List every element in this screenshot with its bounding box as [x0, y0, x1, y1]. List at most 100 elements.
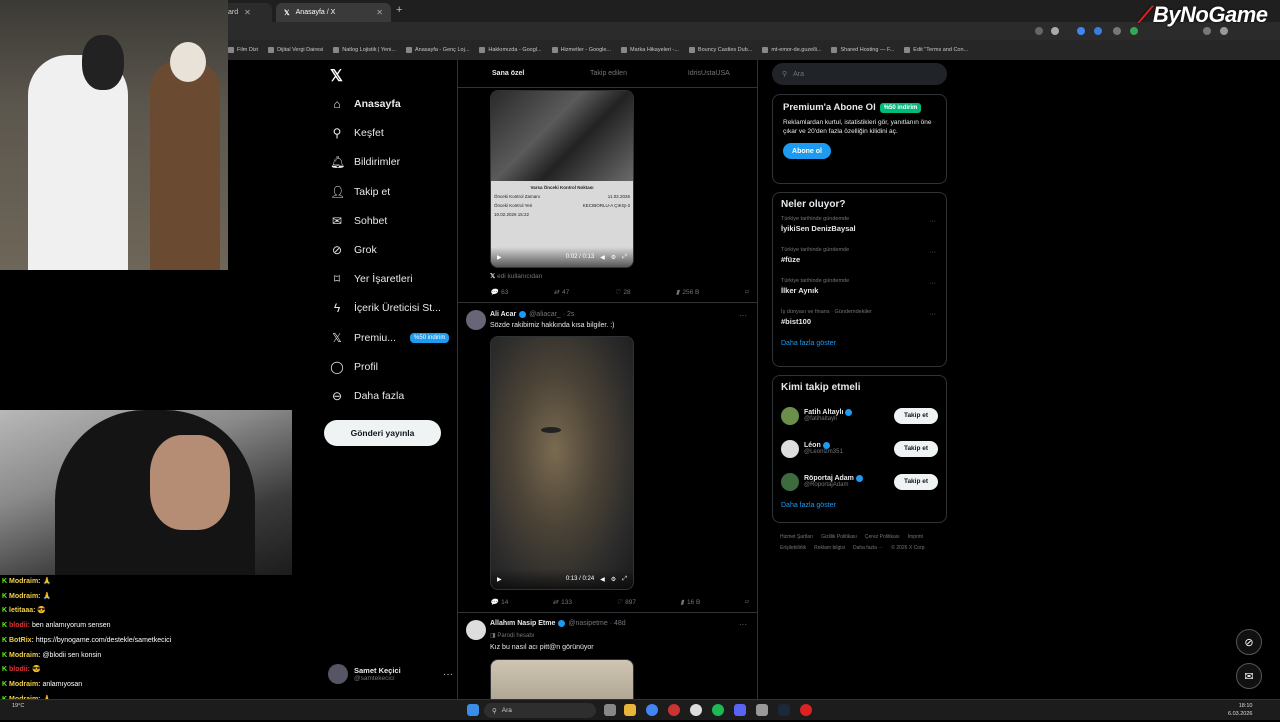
extension-icon[interactable] [1203, 27, 1211, 35]
volume-icon[interactable]: ◀ [600, 254, 605, 261]
more-dots-icon[interactable]: ··· [929, 311, 936, 318]
views-button[interactable]: ▮ 256 B [676, 288, 700, 297]
taskbar-search[interactable]: ⚲ Ara [484, 703, 596, 718]
footer-link[interactable]: Gizlilik Politikası [821, 532, 857, 543]
author-name[interactable]: Allahım Nasip Etme [490, 620, 555, 627]
more-dots-icon[interactable]: ··· [929, 218, 936, 225]
discord-icon[interactable] [734, 704, 746, 716]
tab-for-you[interactable]: Sana özel [458, 60, 558, 87]
weather-widget[interactable]: 19°C [12, 703, 24, 710]
follow-button[interactable]: Takip et [894, 473, 938, 490]
search-bar[interactable]: ⚲ Ara [772, 63, 947, 85]
follow-button[interactable]: Takip et [894, 440, 938, 457]
post-video[interactable]: Varsa Önceki Kontrol Noktası Önceki Kont… [490, 90, 634, 268]
bookmark-item[interactable]: Anasayfa - Genç Loj... [405, 47, 469, 53]
nav-item-bookmark[interactable]: ⌑ Yer İşaretleri [330, 267, 413, 291]
views-button[interactable]: ▮ 16 B [680, 598, 700, 607]
footer-link[interactable]: Çerez Politikası [865, 532, 900, 543]
app-icon[interactable] [800, 704, 812, 716]
bookmark-item[interactable]: Dijital Vergi Dairesi [268, 47, 323, 53]
footer-link[interactable]: Daha fazla ··· [853, 543, 883, 554]
extension-icon[interactable] [1130, 27, 1138, 35]
author-handle[interactable]: @nasipetme · 48d [568, 620, 625, 627]
messages-button[interactable]: ✉ [1236, 663, 1262, 689]
close-tab-icon[interactable]: ✕ [376, 8, 383, 17]
task-view-icon[interactable] [604, 704, 616, 716]
post-button[interactable]: Gönderi yayınla [324, 420, 441, 446]
bookmark-item[interactable]: Hakkımızda - Googl... [479, 47, 542, 53]
fullscreen-icon[interactable]: ⤢ [622, 576, 627, 583]
avatar[interactable] [466, 310, 486, 330]
bookmark-item[interactable]: Bouncy Castles Dub... [688, 47, 752, 53]
more-dots-icon[interactable]: ··· [739, 311, 747, 320]
clock[interactable]: 18:10 6.03.2026 [1228, 702, 1252, 718]
avatar[interactable] [466, 620, 486, 640]
more-dots-icon[interactable]: ··· [739, 620, 747, 629]
menu-icon[interactable] [1220, 27, 1228, 35]
nav-item-more-circle[interactable]: ⊖ Daha fazla [330, 384, 404, 408]
nav-item-person-plus[interactable]: 👤︎ Takip et [330, 180, 390, 204]
tab-list[interactable]: IdrisUstaUSA [659, 60, 757, 87]
tab-following[interactable]: Takip edilen [558, 60, 658, 87]
follow-suggestion[interactable]: Léon @Leonlzm351 Takip et [781, 432, 938, 465]
bookmark-item[interactable]: Edit "Terms and Con... [904, 47, 968, 53]
bookmark-button[interactable]: ⌑ [745, 598, 748, 606]
trend-item[interactable]: Türkiye tarihinde gündemde İyikiSen Deniz… [781, 216, 938, 247]
extension-icon[interactable] [1035, 27, 1043, 35]
footer-link[interactable]: Reklam bilgisi [814, 543, 845, 554]
fullscreen-icon[interactable]: ⤢ [622, 254, 627, 261]
chrome-icon[interactable] [690, 704, 702, 716]
bookmark-item[interactable]: Film Dizi [228, 47, 258, 53]
reply-button[interactable]: 💬 63 [490, 288, 508, 297]
more-dots-icon[interactable]: ··· [929, 249, 936, 256]
repost-button[interactable]: ⇄ 133 [553, 598, 572, 607]
like-button[interactable]: ♡ 28 [615, 288, 631, 297]
trend-item[interactable]: Türkiye tarihinde gündemde #füze ··· [781, 247, 938, 278]
app-icon[interactable] [668, 704, 680, 716]
nav-item-mail[interactable]: ✉ Sohbet [330, 209, 387, 233]
bookmark-item[interactable]: Shared Hosting — F... [831, 47, 894, 53]
footer-link[interactable]: Hizmet Şartları [780, 532, 813, 543]
account-switcher[interactable]: Samet Keçici @samtekecici ··· [328, 660, 453, 688]
nav-item-grok[interactable]: ⊘ Grok [330, 238, 377, 262]
bookmark-item[interactable]: mt-emor-de.guzelli... [762, 47, 821, 53]
author-name[interactable]: Ali Acar [490, 311, 516, 318]
volume-icon[interactable]: ◀ [600, 576, 605, 583]
trend-item[interactable]: İş dünyası ve finans · Gündemdekiler #bis… [781, 309, 938, 340]
nav-item-x[interactable]: 𝕏 Premiu... %50 indirim [330, 326, 450, 350]
footer-link[interactable]: Imprint [908, 532, 923, 543]
nav-item-lightning[interactable]: ϟ İçerik Üreticisi St... [330, 296, 441, 320]
post-video[interactable]: ▶ 0:13 / 0:24 ◀ ⚙ ⤢ [490, 336, 634, 590]
browser-tab-active[interactable]: 𝕏 Anasayfa / X ✕ [276, 3, 391, 22]
chrome-icon[interactable] [646, 704, 658, 716]
settings-icon[interactable]: ⚙ [611, 576, 616, 583]
follow-suggestion[interactable]: Röportaj Adam @RoportajAdam Takip et [781, 465, 938, 498]
more-dots-icon[interactable]: ··· [443, 669, 453, 680]
author-handle[interactable]: @aliacar_ · 2s [529, 311, 574, 318]
trend-item[interactable]: Türkiye tarihinde gündemde İlker Aynık ··· [781, 278, 938, 309]
extension-icon[interactable] [1113, 27, 1121, 35]
nav-item-search[interactable]: ⚲ Keşfet [330, 121, 384, 145]
new-tab-button[interactable]: + [396, 4, 402, 16]
spotify-icon[interactable] [712, 704, 724, 716]
bookmark-item[interactable]: Natlog Lojistik | Yeni... [333, 47, 396, 53]
star-icon[interactable] [1051, 27, 1059, 35]
extension-icon[interactable] [1094, 27, 1102, 35]
footer-link[interactable]: © 2026 X Corp. [891, 543, 926, 554]
like-button[interactable]: ♡ 897 [616, 598, 636, 607]
grok-button[interactable]: ⊘ [1236, 629, 1262, 655]
steam-icon[interactable] [778, 704, 790, 716]
repost-button[interactable]: ⇄ 47 [554, 288, 570, 297]
subscribe-button[interactable]: Abone ol [783, 143, 831, 159]
footer-link[interactable]: Erişilebilirlik [780, 543, 806, 554]
follow-button[interactable]: Takip et [894, 407, 938, 424]
x-logo-icon[interactable]: 𝕏 [330, 66, 343, 86]
show-more-link[interactable]: Daha fazla göster [781, 340, 938, 347]
file-explorer-icon[interactable] [624, 704, 636, 716]
nav-item-home[interactable]: ⌂ Anasayfa [330, 92, 400, 116]
play-icon[interactable]: ▶ [497, 576, 502, 583]
post-image[interactable] [490, 659, 634, 700]
start-icon[interactable] [467, 704, 479, 716]
more-dots-icon[interactable]: ··· [929, 280, 936, 287]
show-more-link[interactable]: Daha fazla göster [781, 502, 938, 509]
